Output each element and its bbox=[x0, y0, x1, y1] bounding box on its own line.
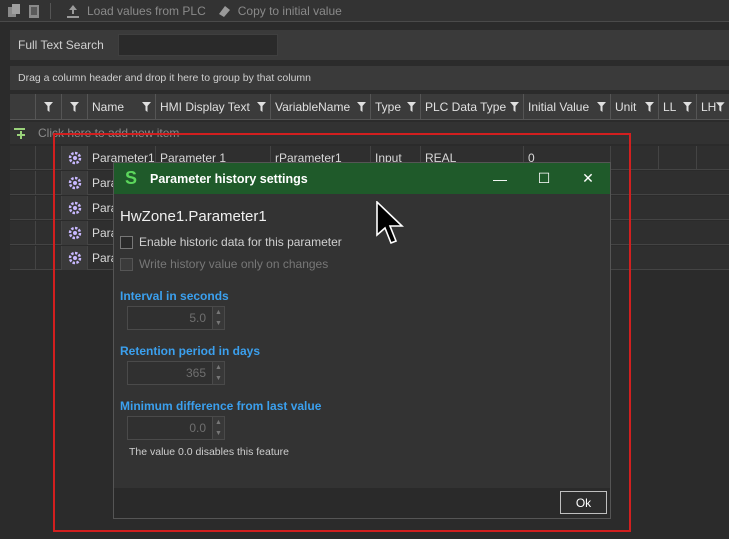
clipboard-icon[interactable] bbox=[26, 3, 42, 19]
filter-icon bbox=[645, 102, 654, 112]
filter-icon bbox=[357, 102, 366, 112]
spin-up-icon: ▲ bbox=[215, 309, 222, 316]
header-filter-2[interactable] bbox=[62, 94, 88, 120]
toolbar-separator bbox=[50, 2, 51, 19]
copy-to-initial-label: Copy to initial value bbox=[237, 3, 342, 18]
filter-icon bbox=[70, 102, 79, 112]
min-difference-note: The value 0.0 disables this feature bbox=[129, 446, 289, 458]
spin-up-icon: ▲ bbox=[215, 419, 222, 426]
mouse-cursor-icon bbox=[376, 200, 404, 248]
load-from-plc-button[interactable]: Load values from PLC bbox=[65, 3, 206, 19]
column-header-unit[interactable]: Unit bbox=[611, 94, 659, 120]
column-header-lh[interactable]: LH bbox=[697, 94, 729, 120]
dialog-footer: Ok bbox=[114, 488, 610, 518]
header-filter-1[interactable] bbox=[36, 94, 62, 120]
minimize-button[interactable]: — bbox=[478, 163, 522, 194]
column-header-hmi-display-text[interactable]: HMI Display Text bbox=[156, 94, 271, 120]
group-by-area[interactable]: Drag a column header and drop it here to… bbox=[10, 66, 729, 90]
min-difference-spinner: 0.0 ▲ ▼ bbox=[127, 416, 604, 440]
group-by-hint: Drag a column header and drop it here to… bbox=[18, 72, 312, 84]
column-header-type[interactable]: Type bbox=[371, 94, 421, 120]
enable-history-label: Enable historic data for this parameter bbox=[139, 235, 342, 249]
dialog-title: Parameter history settings bbox=[150, 171, 308, 186]
min-difference-label: Minimum difference from last value bbox=[120, 399, 322, 413]
enable-history-checkbox[interactable] bbox=[120, 235, 133, 249]
filter-icon bbox=[683, 102, 692, 112]
spin-down-icon: ▼ bbox=[215, 320, 222, 327]
search-label: Full Text Search bbox=[18, 38, 104, 52]
write-on-change-label: Write history value only on changes bbox=[139, 257, 329, 271]
column-header-ll[interactable]: LL bbox=[659, 94, 697, 120]
upload-icon bbox=[65, 3, 81, 19]
dialog-title-bar[interactable]: S Parameter history settings — ☐ ✕ bbox=[114, 163, 610, 194]
min-difference-input: 0.0 bbox=[127, 416, 213, 440]
parameter-title: HwZone1.Parameter1 bbox=[120, 208, 267, 225]
interval-input: 5.0 bbox=[127, 306, 213, 330]
retention-label: Retention period in days bbox=[120, 344, 261, 358]
spin-up-icon: ▲ bbox=[215, 364, 222, 371]
grid-header: Name HMI Display Text VariableName Type … bbox=[10, 94, 729, 120]
app-logo-icon: S bbox=[124, 168, 137, 188]
interval-spinner: 5.0 ▲ ▼ bbox=[127, 306, 604, 330]
filter-icon bbox=[257, 102, 266, 112]
load-from-plc-label: Load values from PLC bbox=[87, 3, 206, 18]
ok-button[interactable]: Ok bbox=[560, 491, 607, 514]
spin-down-icon: ▼ bbox=[215, 430, 222, 437]
filter-icon bbox=[716, 102, 725, 112]
dialog-body: HwZone1.Parameter1 Enable historic data … bbox=[114, 194, 610, 490]
enable-history-option[interactable]: Enable historic data for this parameter bbox=[120, 231, 604, 253]
filter-icon bbox=[142, 102, 151, 112]
write-on-change-checkbox bbox=[120, 257, 133, 271]
filter-icon bbox=[44, 102, 53, 112]
retention-spinner: 365 ▲ ▼ bbox=[127, 361, 604, 385]
add-row-icon bbox=[14, 128, 25, 139]
close-button[interactable]: ✕ bbox=[566, 163, 610, 194]
column-header-plc-data-type[interactable]: PLC Data Type bbox=[421, 94, 524, 120]
column-header-name[interactable]: Name bbox=[88, 94, 156, 120]
search-input[interactable] bbox=[117, 34, 278, 56]
column-header-variable-name[interactable]: VariableName bbox=[271, 94, 371, 120]
write-on-change-option: Write history value only on changes bbox=[120, 253, 604, 275]
spin-down-icon: ▼ bbox=[215, 375, 222, 382]
filter-icon bbox=[597, 102, 606, 112]
copy-to-initial-button[interactable]: Copy to initial value bbox=[216, 3, 342, 19]
interval-label: Interval in seconds bbox=[120, 289, 229, 303]
column-header-initial-value[interactable]: Initial Value bbox=[524, 94, 611, 120]
header-indicator bbox=[10, 94, 36, 120]
filter-icon bbox=[510, 102, 519, 112]
maximize-button[interactable]: ☐ bbox=[522, 163, 566, 194]
toolbar: Load values from PLC Copy to initial val… bbox=[0, 0, 729, 22]
full-text-search-row: Full Text Search bbox=[10, 30, 729, 60]
copy-icon[interactable] bbox=[6, 3, 22, 19]
filter-icon bbox=[407, 102, 416, 112]
parameter-history-dialog: S Parameter history settings — ☐ ✕ HwZon… bbox=[113, 162, 611, 519]
window-controls: — ☐ ✕ bbox=[478, 163, 610, 194]
retention-input: 365 bbox=[127, 361, 213, 385]
eraser-icon bbox=[216, 3, 232, 19]
